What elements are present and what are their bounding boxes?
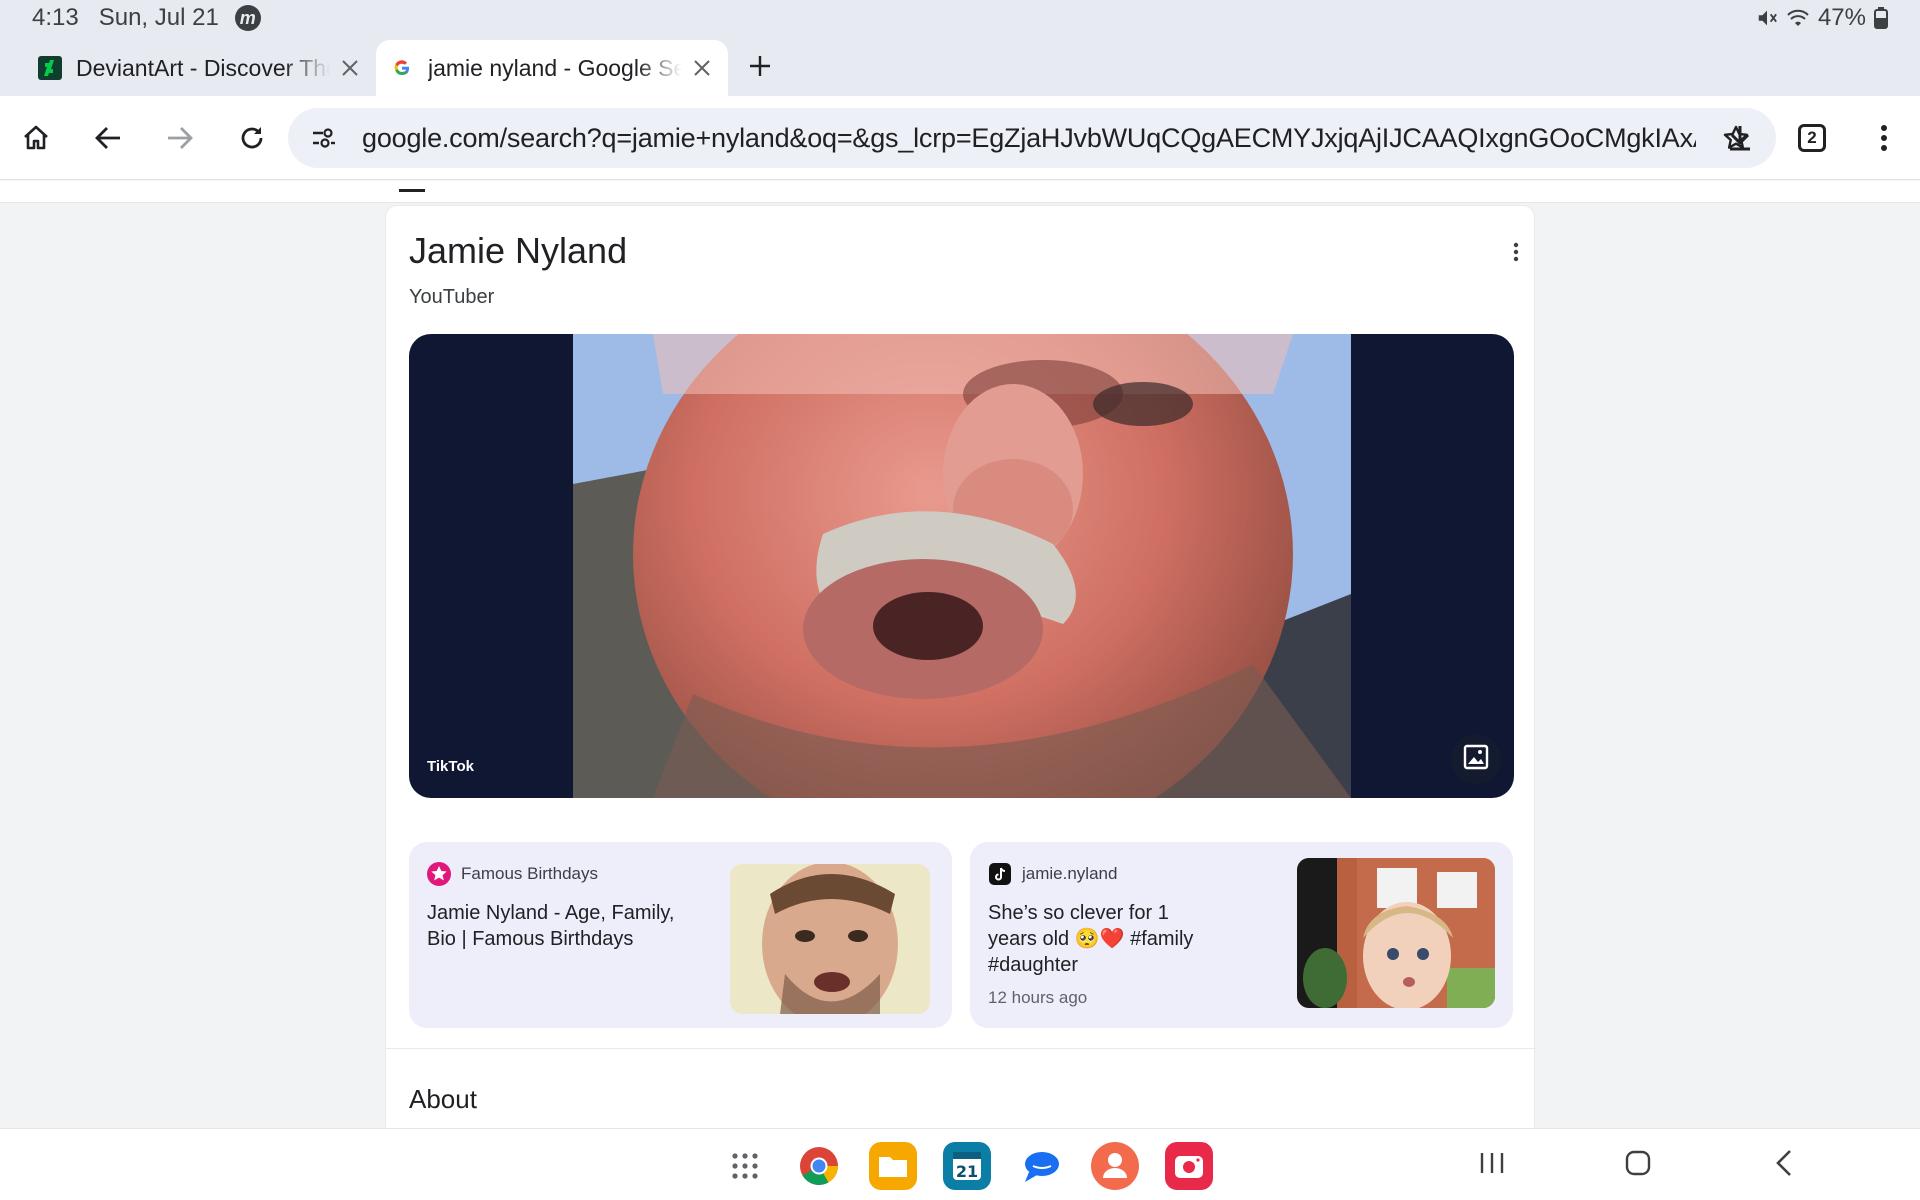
app-dock: 21 (720, 1141, 1238, 1191)
svg-text:21: 21 (956, 1162, 978, 1181)
entity-title[interactable]: Jamie Nyland (409, 230, 627, 272)
new-tab-button[interactable] (732, 40, 788, 96)
result-card-tiktok[interactable]: jamie.nyland She’s so clever for 1 years… (970, 842, 1513, 1028)
result-timestamp: 12 hours ago (988, 988, 1088, 1007)
browser-toolbar: google.com/search?q=jamie+nyland&oq=&gs_… (0, 96, 1920, 180)
toolbar-right-buttons: 2 (1704, 102, 1920, 174)
search-tabs-strip (0, 181, 1920, 203)
result-source-name: Famous Birthdays (461, 864, 598, 883)
more-vert-icon (1513, 242, 1519, 267)
battery-level: 47% (1817, 4, 1866, 31)
headline-line: years old 🥺❤️ #family (988, 928, 1194, 950)
status-icons: 47% (1756, 4, 1888, 32)
result-source: jamie.nyland (988, 862, 1117, 886)
app-drawer-button[interactable] (720, 1141, 770, 1191)
famous-birthdays-logo-icon (427, 862, 451, 886)
section-divider (386, 1048, 1536, 1049)
notification-app-icon: m (234, 5, 261, 31)
active-tab-indicator (399, 189, 425, 192)
recents-icon (1479, 1151, 1505, 1180)
forward-button[interactable] (144, 102, 216, 174)
tab-count: 2 (1798, 124, 1826, 152)
headline-line: Jamie Nyland - Age, Family, (427, 902, 675, 924)
google-favicon-icon (390, 56, 414, 80)
calendar-icon: 21 (943, 1142, 991, 1190)
chrome-icon (799, 1146, 839, 1186)
result-source: Famous Birthdays (427, 862, 598, 886)
more-vert-icon (1880, 124, 1888, 152)
chat-bubble-icon (1017, 1142, 1065, 1190)
back-nav-button[interactable] (1754, 1143, 1814, 1187)
camera-icon (1165, 1142, 1213, 1190)
chevron-left-icon (1775, 1149, 1793, 1182)
download-button[interactable] (1704, 102, 1776, 174)
reload-icon (238, 124, 266, 152)
headline-line: #daughter (988, 954, 1079, 976)
home-button[interactable] (0, 102, 72, 174)
tab-deviantart[interactable]: DeviantArt - Discover The Largest Online… (24, 40, 376, 96)
image-icon (1462, 743, 1490, 776)
home-circle-icon (1625, 1150, 1651, 1181)
knowledge-panel: Jamie Nyland YouTuber TikTok Famous Birt… (385, 205, 1536, 1128)
entity-subtitle: YouTuber (409, 286, 495, 308)
home-icon (21, 123, 51, 153)
tab-title: DeviantArt - Discover The Largest Online… (76, 54, 330, 81)
result-headline[interactable]: She’s so clever for 1 years old 🥺❤️ #fam… (988, 900, 1193, 978)
menu-button[interactable] (1848, 102, 1920, 174)
tiktok-logo-icon (988, 862, 1012, 886)
panel-more-button[interactable] (1496, 234, 1536, 274)
about-heading: About (409, 1084, 477, 1114)
deviantart-favicon-icon (38, 56, 62, 80)
files-app-button[interactable] (868, 1141, 918, 1191)
address-bar[interactable]: google.com/search?q=jamie+nyland&oq=&gs_… (288, 108, 1776, 168)
status-bar: 4:13 Sun, Jul 21 m 47% (0, 0, 1920, 36)
headline-line: Bio | Famous Birthdays (427, 928, 634, 950)
hero-image[interactable]: TikTok (409, 334, 1514, 798)
status-time: 4:13 (32, 4, 79, 31)
chrome-app-button[interactable] (794, 1141, 844, 1191)
apps-grid-icon (731, 1152, 759, 1180)
tab-strip: DeviantArt - Discover The Largest Online… (0, 36, 1920, 96)
result-source-name: jamie.nyland (1022, 864, 1118, 883)
reload-button[interactable] (216, 102, 288, 174)
site-settings-icon[interactable] (308, 122, 340, 154)
arrow-right-icon (166, 124, 194, 152)
result-card-famous-birthdays[interactable]: Famous Birthdays Jamie Nyland - Age, Fam… (409, 842, 952, 1028)
arrow-left-icon (94, 124, 122, 152)
messages-app-button[interactable] (1016, 1141, 1066, 1191)
screen-recorder-app-button[interactable] (1164, 1141, 1214, 1191)
calendar-app-button[interactable]: 21 (942, 1141, 992, 1191)
view-images-button[interactable] (1451, 734, 1501, 784)
result-headline[interactable]: Jamie Nyland - Age, Family, Bio | Famous… (427, 900, 675, 952)
contacts-icon (1091, 1142, 1139, 1190)
tab-close-icon[interactable] (688, 54, 716, 82)
home-nav-button[interactable] (1608, 1143, 1668, 1187)
back-button[interactable] (72, 102, 144, 174)
mute-icon (1756, 7, 1778, 29)
wifi-icon (1786, 7, 1810, 29)
plus-icon (748, 54, 772, 83)
headline-line: She’s so clever for 1 (988, 902, 1169, 924)
url-text[interactable]: google.com/search?q=jamie+nyland&oq=&gs_… (362, 123, 1696, 154)
battery-icon (1874, 7, 1888, 29)
tab-title: jamie nyland - Google Search (428, 54, 682, 81)
tab-google-search[interactable]: jamie nyland - Google Search (376, 40, 728, 96)
folder-icon (869, 1142, 917, 1190)
face-photo (573, 334, 1351, 798)
web-page: Jamie Nyland YouTuber TikTok Famous Birt… (0, 181, 1920, 1128)
contacts-app-button[interactable] (1090, 1141, 1140, 1191)
tab-close-icon[interactable] (336, 54, 364, 82)
result-thumbnail (1297, 858, 1495, 1008)
download-icon (1727, 124, 1753, 152)
tab-switcher-button[interactable]: 2 (1776, 102, 1848, 174)
hero-source-label: TikTok (427, 758, 474, 775)
system-nav-bar: 21 (0, 1128, 1920, 1200)
status-date: Sun, Jul 21 (98, 4, 219, 31)
result-thumbnail (730, 864, 930, 1014)
recent-apps-button[interactable] (1462, 1143, 1522, 1187)
